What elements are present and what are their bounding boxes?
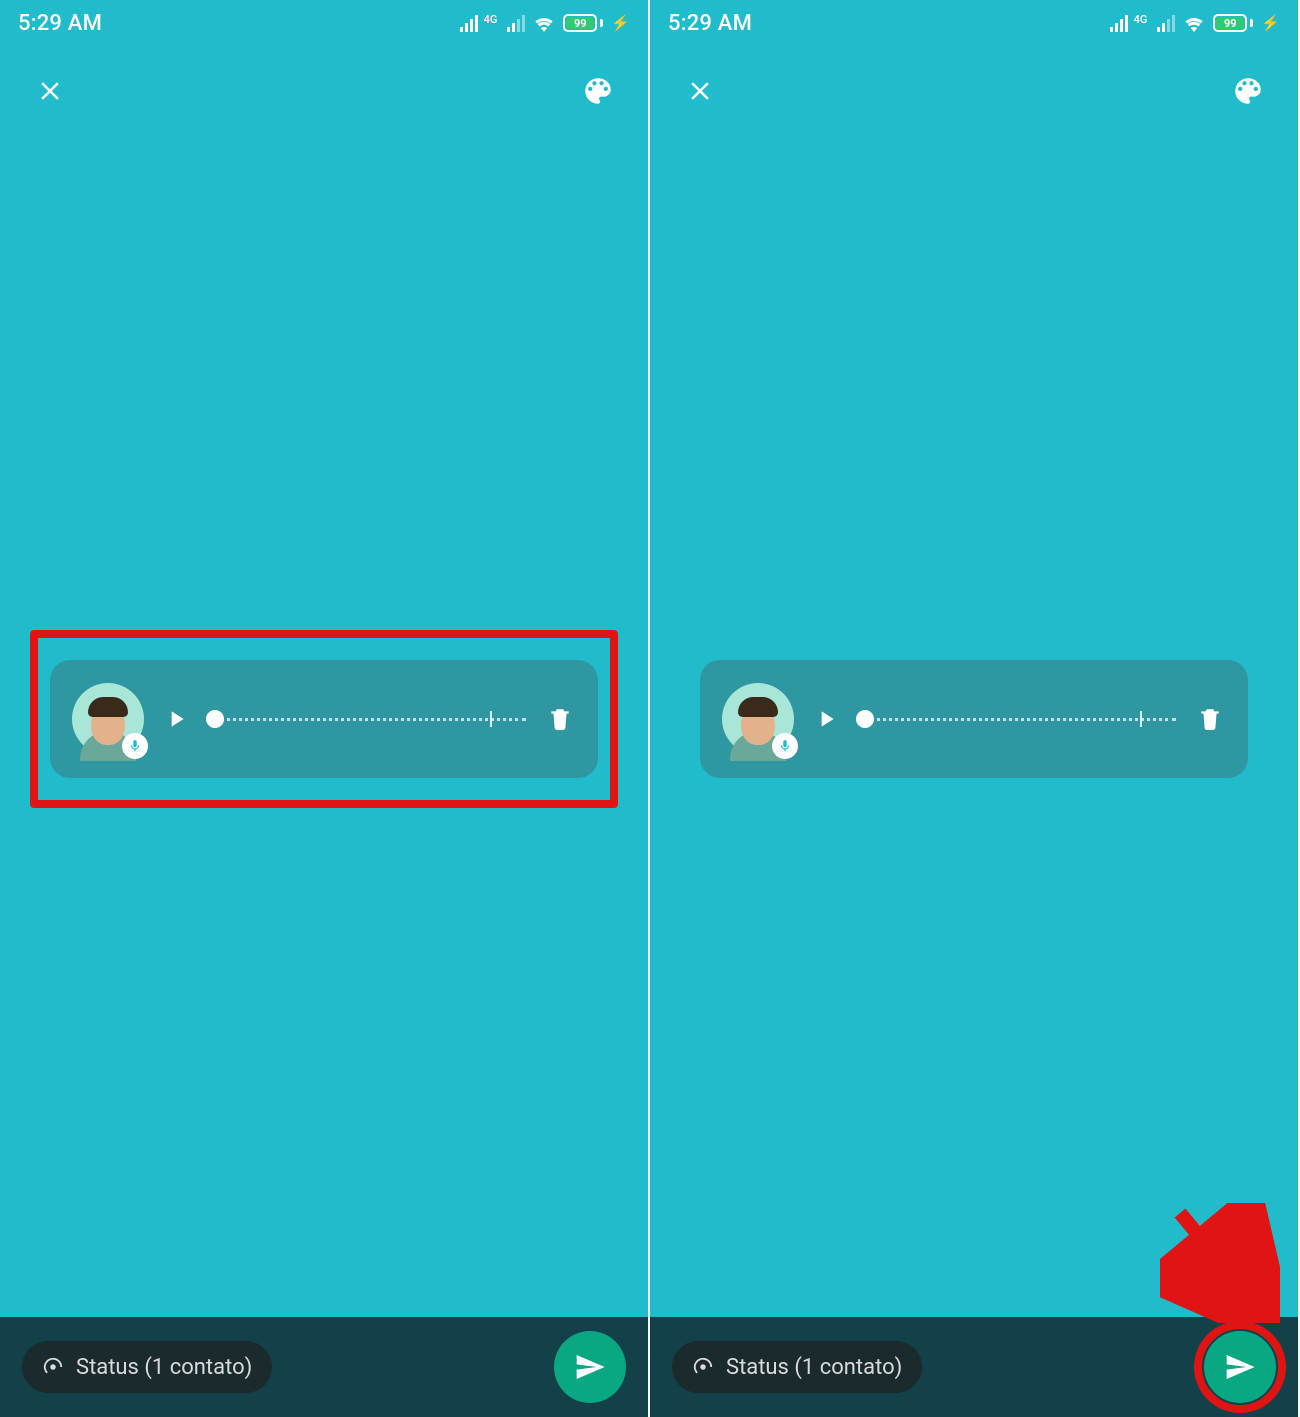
send-icon (574, 1351, 606, 1383)
wifi-icon (533, 14, 555, 32)
voice-track[interactable] (858, 709, 1176, 729)
network-label: 4G (484, 14, 498, 25)
status-icons: 4G 99 ⚡ (1110, 14, 1280, 32)
microphone-icon (122, 733, 148, 759)
status-ring-icon (692, 1356, 714, 1378)
status-bar: 5:29 AM 4G 99 ⚡ (650, 0, 1298, 46)
charging-icon: ⚡ (1261, 14, 1280, 32)
wifi-icon (1183, 14, 1205, 32)
send-icon (1224, 1351, 1256, 1383)
trash-icon (547, 706, 573, 732)
microphone-icon (772, 733, 798, 759)
track-knob[interactable] (856, 710, 874, 728)
palette-button[interactable] (576, 69, 620, 113)
clock: 5:29 AM (668, 11, 752, 36)
clock: 5:29 AM (18, 11, 102, 36)
charging-icon: ⚡ (611, 14, 630, 32)
close-icon (35, 76, 65, 106)
status-audience-label: Status (1 contato) (76, 1355, 252, 1380)
network-label: 4G (1134, 14, 1148, 25)
avatar-wrap (722, 683, 794, 755)
close-button[interactable] (28, 69, 72, 113)
main-area (0, 136, 648, 1317)
battery-icon: 99 (1213, 14, 1253, 32)
play-icon (813, 706, 839, 732)
close-button[interactable] (678, 69, 722, 113)
close-icon (685, 76, 715, 106)
status-audience-label: Status (1 contato) (726, 1355, 902, 1380)
voice-track[interactable] (208, 709, 526, 729)
play-icon (163, 706, 189, 732)
phone-right: 5:29 AM 4G 99 ⚡ (650, 0, 1300, 1417)
signal-icon-1 (460, 14, 478, 32)
voice-message-card (50, 660, 598, 778)
top-bar (650, 46, 1298, 136)
main-area (650, 136, 1298, 1317)
status-icons: 4G 99 ⚡ (460, 14, 630, 32)
track-knob[interactable] (206, 710, 224, 728)
signal-icon-2 (1157, 14, 1175, 32)
play-button[interactable] (162, 705, 190, 733)
top-bar (0, 46, 648, 136)
battery-icon: 99 (563, 14, 603, 32)
avatar-wrap (72, 683, 144, 755)
play-button[interactable] (812, 705, 840, 733)
palette-icon (581, 74, 615, 108)
status-ring-icon (42, 1356, 64, 1378)
bottom-bar: Status (1 contato) (650, 1317, 1298, 1417)
status-audience-pill[interactable]: Status (1 contato) (22, 1341, 272, 1393)
trash-icon (1197, 706, 1223, 732)
highlight-arrow (1160, 1203, 1280, 1323)
phone-left: 5:29 AM 4G 99 ⚡ (0, 0, 650, 1417)
status-audience-pill[interactable]: Status (1 contato) (672, 1341, 922, 1393)
palette-icon (1231, 74, 1265, 108)
bottom-bar: Status (1 contato) (0, 1317, 648, 1417)
signal-icon-2 (507, 14, 525, 32)
signal-icon-1 (1110, 14, 1128, 32)
delete-button[interactable] (1194, 703, 1226, 735)
status-bar: 5:29 AM 4G 99 ⚡ (0, 0, 648, 46)
send-button[interactable] (554, 1331, 626, 1403)
send-button[interactable] (1204, 1331, 1276, 1403)
voice-message-card (700, 660, 1248, 778)
palette-button[interactable] (1226, 69, 1270, 113)
delete-button[interactable] (544, 703, 576, 735)
